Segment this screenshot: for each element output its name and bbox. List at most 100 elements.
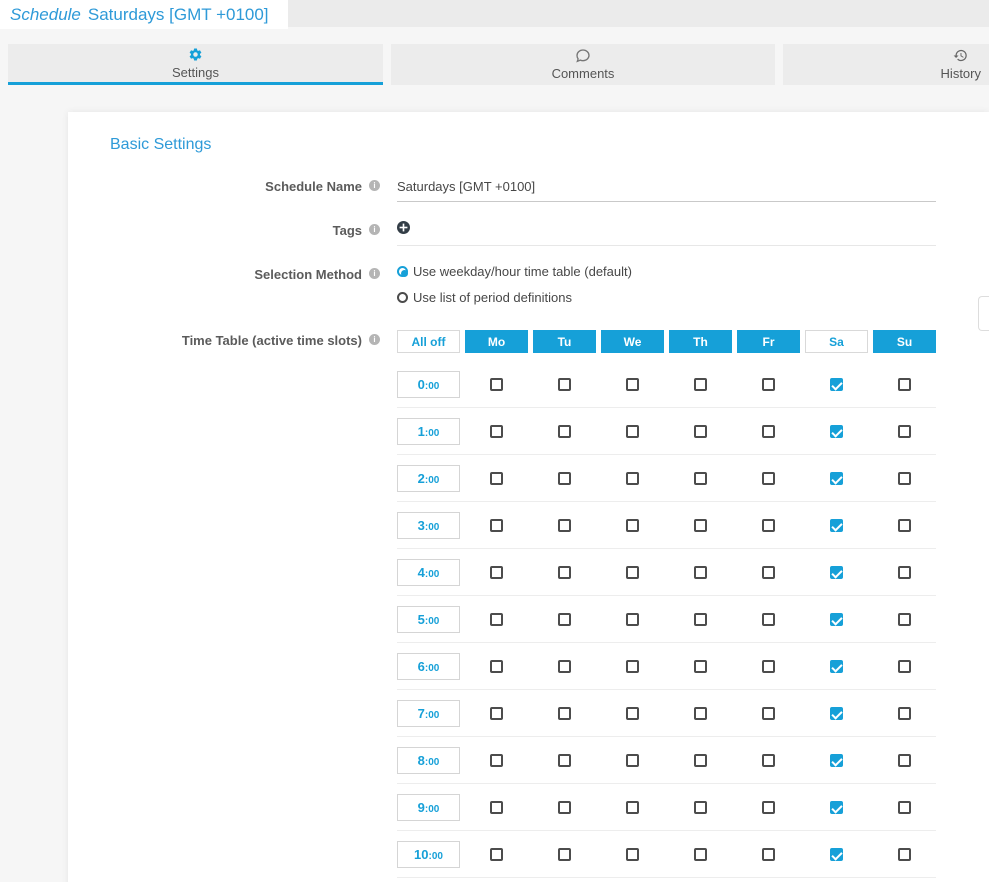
timeslot-checkbox[interactable]: [558, 519, 571, 532]
timeslot-checkbox[interactable]: [558, 472, 571, 485]
timeslot-checkbox[interactable]: [830, 472, 843, 485]
timeslot-checkbox[interactable]: [558, 848, 571, 861]
radio-option-timetable[interactable]: Use weekday/hour time table (default): [397, 264, 936, 279]
info-icon[interactable]: [369, 180, 380, 191]
timeslot-checkbox[interactable]: [898, 566, 911, 579]
time-slot-button[interactable]: 2:00: [397, 465, 460, 492]
timeslot-checkbox[interactable]: [626, 660, 639, 673]
time-slot-button[interactable]: 9:00: [397, 794, 460, 821]
timeslot-checkbox[interactable]: [898, 660, 911, 673]
timeslot-checkbox[interactable]: [898, 801, 911, 814]
timeslot-checkbox[interactable]: [898, 613, 911, 626]
day-toggle-we[interactable]: We: [601, 330, 664, 353]
info-icon[interactable]: [369, 334, 380, 345]
timeslot-checkbox[interactable]: [762, 801, 775, 814]
day-toggle-fr[interactable]: Fr: [737, 330, 800, 353]
timeslot-checkbox[interactable]: [762, 566, 775, 579]
timeslot-checkbox[interactable]: [626, 566, 639, 579]
timeslot-checkbox[interactable]: [558, 660, 571, 673]
timeslot-checkbox[interactable]: [830, 848, 843, 861]
timeslot-checkbox[interactable]: [626, 848, 639, 861]
info-icon[interactable]: [369, 268, 380, 279]
time-slot-button[interactable]: 5:00: [397, 606, 460, 633]
timeslot-checkbox[interactable]: [490, 848, 503, 861]
timeslot-checkbox[interactable]: [694, 519, 707, 532]
timeslot-checkbox[interactable]: [490, 801, 503, 814]
radio-option-periods[interactable]: Use list of period definitions: [397, 290, 936, 305]
timeslot-checkbox[interactable]: [898, 378, 911, 391]
timeslot-checkbox[interactable]: [694, 707, 707, 720]
timeslot-checkbox[interactable]: [830, 660, 843, 673]
timeslot-checkbox[interactable]: [626, 378, 639, 391]
timeslot-checkbox[interactable]: [694, 425, 707, 438]
timeslot-checkbox[interactable]: [558, 707, 571, 720]
timeslot-checkbox[interactable]: [762, 519, 775, 532]
timeslot-checkbox[interactable]: [694, 472, 707, 485]
timeslot-checkbox[interactable]: [558, 613, 571, 626]
timeslot-checkbox[interactable]: [898, 519, 911, 532]
day-toggle-sa[interactable]: Sa: [805, 330, 868, 353]
side-panel-handle[interactable]: [978, 296, 989, 331]
timeslot-checkbox[interactable]: [898, 425, 911, 438]
timeslot-checkbox[interactable]: [898, 754, 911, 767]
timeslot-checkbox[interactable]: [626, 754, 639, 767]
time-slot-button[interactable]: 6:00: [397, 653, 460, 680]
all-off-button[interactable]: All off: [397, 330, 460, 353]
timeslot-checkbox[interactable]: [626, 472, 639, 485]
time-slot-button[interactable]: 1:00: [397, 418, 460, 445]
day-toggle-tu[interactable]: Tu: [533, 330, 596, 353]
time-slot-button[interactable]: 3:00: [397, 512, 460, 539]
timeslot-checkbox[interactable]: [558, 801, 571, 814]
tab-history[interactable]: History: [783, 44, 989, 85]
schedule-name-input[interactable]: Saturdays [GMT +0100]: [397, 176, 936, 202]
timeslot-checkbox[interactable]: [694, 613, 707, 626]
day-toggle-th[interactable]: Th: [669, 330, 732, 353]
timeslot-checkbox[interactable]: [694, 754, 707, 767]
timeslot-checkbox[interactable]: [626, 613, 639, 626]
timeslot-checkbox[interactable]: [694, 378, 707, 391]
timeslot-checkbox[interactable]: [830, 378, 843, 391]
timeslot-checkbox[interactable]: [830, 566, 843, 579]
timeslot-checkbox[interactable]: [558, 425, 571, 438]
tab-settings[interactable]: Settings: [8, 44, 383, 85]
timeslot-checkbox[interactable]: [490, 613, 503, 626]
info-icon[interactable]: [369, 224, 380, 235]
timeslot-checkbox[interactable]: [898, 707, 911, 720]
tab-comments[interactable]: Comments: [391, 44, 775, 85]
timeslot-checkbox[interactable]: [762, 848, 775, 861]
timeslot-checkbox[interactable]: [558, 378, 571, 391]
timeslot-checkbox[interactable]: [762, 472, 775, 485]
timeslot-checkbox[interactable]: [490, 566, 503, 579]
timeslot-checkbox[interactable]: [830, 613, 843, 626]
timeslot-checkbox[interactable]: [762, 425, 775, 438]
timeslot-checkbox[interactable]: [490, 472, 503, 485]
timeslot-checkbox[interactable]: [830, 425, 843, 438]
timeslot-checkbox[interactable]: [762, 754, 775, 767]
timeslot-checkbox[interactable]: [830, 519, 843, 532]
time-slot-button[interactable]: 7:00: [397, 700, 460, 727]
time-slot-button[interactable]: 10:00: [397, 841, 460, 868]
timeslot-checkbox[interactable]: [898, 848, 911, 861]
timeslot-checkbox[interactable]: [626, 801, 639, 814]
timeslot-checkbox[interactable]: [830, 707, 843, 720]
timeslot-checkbox[interactable]: [694, 660, 707, 673]
timeslot-checkbox[interactable]: [898, 472, 911, 485]
timeslot-checkbox[interactable]: [830, 801, 843, 814]
timeslot-checkbox[interactable]: [694, 566, 707, 579]
timeslot-checkbox[interactable]: [626, 425, 639, 438]
timeslot-checkbox[interactable]: [694, 801, 707, 814]
timeslot-checkbox[interactable]: [762, 707, 775, 720]
add-tag-button[interactable]: [397, 221, 410, 237]
day-toggle-su[interactable]: Su: [873, 330, 936, 353]
timeslot-checkbox[interactable]: [830, 754, 843, 767]
timeslot-checkbox[interactable]: [490, 378, 503, 391]
timeslot-checkbox[interactable]: [490, 754, 503, 767]
tags-input-area[interactable]: [397, 220, 936, 246]
timeslot-checkbox[interactable]: [626, 519, 639, 532]
timeslot-checkbox[interactable]: [490, 519, 503, 532]
time-slot-button[interactable]: 4:00: [397, 559, 460, 586]
timeslot-checkbox[interactable]: [626, 707, 639, 720]
timeslot-checkbox[interactable]: [694, 848, 707, 861]
time-slot-button[interactable]: 8:00: [397, 747, 460, 774]
timeslot-checkbox[interactable]: [558, 754, 571, 767]
